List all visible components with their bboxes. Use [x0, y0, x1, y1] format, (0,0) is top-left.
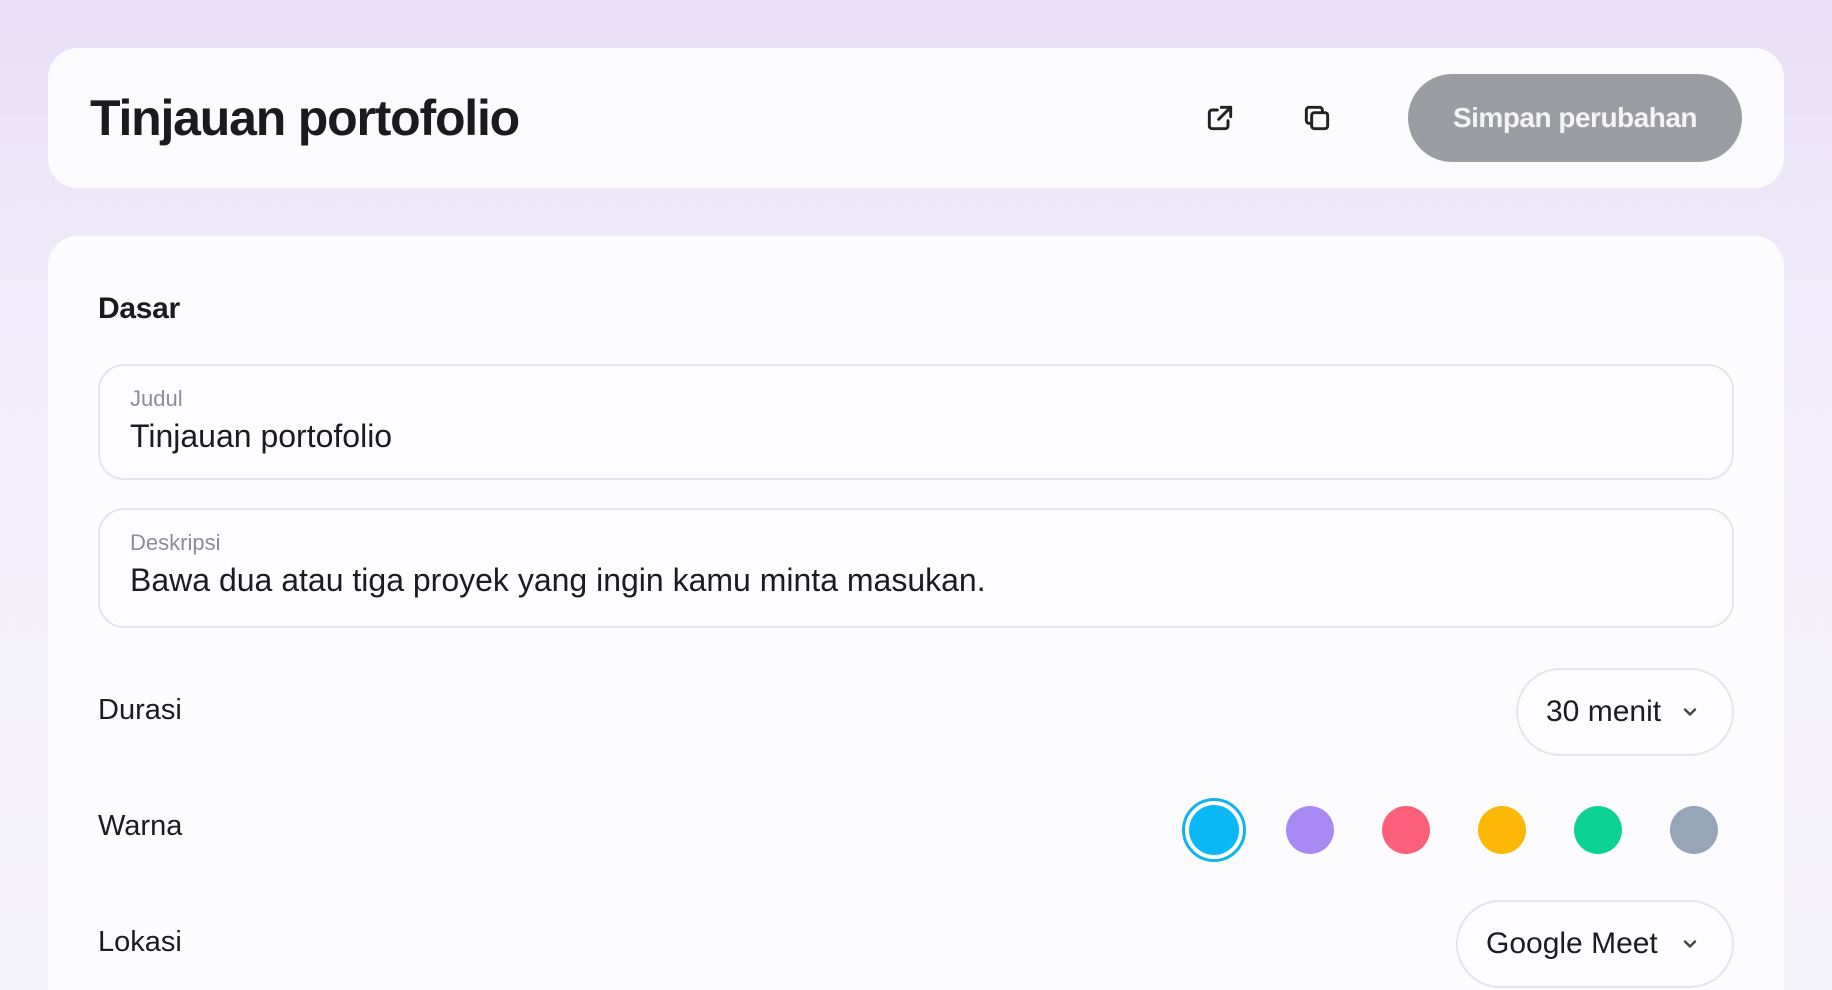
duration-select[interactable]: 30 menit — [1516, 668, 1734, 756]
color-swatch[interactable] — [1382, 806, 1430, 854]
copy-icon — [1304, 105, 1330, 131]
location-value: Google Meet — [1486, 927, 1658, 960]
color-swatch[interactable] — [1286, 806, 1334, 854]
color-swatch[interactable] — [1574, 806, 1622, 854]
color-swatches — [1178, 798, 1718, 862]
title-field-label: Judul — [130, 386, 183, 411]
title-field[interactable]: Judul — [98, 364, 1734, 480]
section-title-basic: Dasar — [98, 292, 180, 325]
title-input[interactable] — [130, 414, 1702, 458]
description-field[interactable]: Deskripsi — [98, 508, 1734, 628]
copy-button[interactable] — [1289, 90, 1345, 146]
color-swatch[interactable] — [1478, 806, 1526, 854]
chevron-down-icon — [1683, 940, 1697, 948]
external-link-icon — [1207, 105, 1233, 131]
page-title: Tinjauan portofolio — [90, 90, 520, 146]
save-changes-button[interactable]: Simpan perubahan — [1408, 74, 1742, 162]
color-swatch-fill — [1189, 805, 1239, 855]
open-link-button[interactable] — [1192, 90, 1248, 146]
duration-value: 30 menit — [1546, 695, 1662, 728]
color-swatch[interactable] — [1670, 806, 1718, 854]
chevron-down-icon — [1683, 708, 1697, 716]
duration-label: Durasi — [98, 694, 182, 726]
description-input[interactable] — [130, 558, 1702, 602]
location-label: Lokasi — [98, 926, 182, 958]
location-select[interactable]: Google Meet — [1456, 900, 1734, 988]
color-label: Warna — [98, 810, 183, 842]
event-settings-card: Dasar Judul Deskripsi Durasi 30 menit Wa… — [48, 236, 1784, 990]
header-card: Tinjauan portofolio Simpan perubahan — [48, 48, 1784, 188]
color-swatch[interactable] — [1182, 798, 1246, 862]
description-field-label: Deskripsi — [130, 530, 221, 555]
